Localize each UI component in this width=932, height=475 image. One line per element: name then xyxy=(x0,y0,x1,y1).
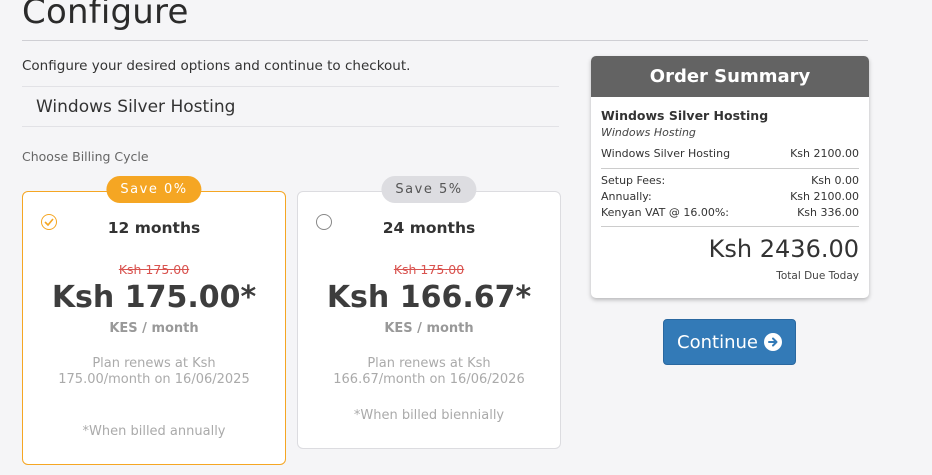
summary-divider xyxy=(601,226,859,227)
arrow-circle-right-icon xyxy=(763,333,782,351)
billing-option-12-months[interactable]: Save 0% 12 months Ksh 175.00 Ksh 175.00*… xyxy=(22,176,286,465)
summary-line-product: Windows Silver Hosting Ksh 2100.00 xyxy=(601,147,859,160)
summary-line-value: Ksh 2100.00 xyxy=(790,147,859,160)
renewal-note: Plan renews at Ksh 175.00/month on 16/06… xyxy=(58,356,250,387)
summary-line-recurring: Annually: Ksh 2100.00 xyxy=(601,190,859,203)
summary-product-name: Windows Silver Hosting xyxy=(601,108,769,123)
order-summary-heading: Order Summary xyxy=(591,56,869,97)
summary-total: Ksh 2436.00 xyxy=(708,235,859,263)
summary-line-value: Ksh 0.00 xyxy=(811,174,859,187)
product-name: Windows Silver Hosting xyxy=(36,96,236,117)
billing-footnote: *When billed annually xyxy=(82,424,226,439)
plan-price: Ksh 175.00* xyxy=(51,280,257,315)
original-price: Ksh 175.00 xyxy=(393,262,465,277)
save-badge: Save 0% xyxy=(106,176,202,203)
summary-line-label: Annually: xyxy=(601,190,652,203)
order-summary: Order Summary Windows Silver Hosting Win… xyxy=(591,56,869,298)
billing-option-24-months[interactable]: Save 5% 24 months Ksh 175.00 Ksh 166.67*… xyxy=(297,176,561,449)
plan-term: 12 months xyxy=(107,219,201,237)
continue-button[interactable]: Continue xyxy=(663,319,796,365)
original-price: Ksh 175.00 xyxy=(118,262,190,277)
summary-product-group: Windows Hosting xyxy=(601,126,696,139)
price-unit: KES / month xyxy=(384,321,474,336)
summary-line-vat: Kenyan VAT @ 16.00%: Ksh 336.00 xyxy=(601,206,859,219)
summary-divider xyxy=(601,168,859,169)
plan-price: Ksh 166.67* xyxy=(326,280,532,315)
summary-line-value: Ksh 2100.00 xyxy=(790,190,859,203)
billing-footnote: *When billed biennially xyxy=(353,408,505,423)
billing-cycle-label: Choose Billing Cycle xyxy=(22,149,149,164)
title-divider xyxy=(22,40,868,41)
page-subtitle: Configure your desired options and conti… xyxy=(22,58,411,74)
renewal-note: Plan renews at Ksh 166.67/month on 16/06… xyxy=(333,356,525,387)
summary-line-setup: Setup Fees: Ksh 0.00 xyxy=(601,174,859,187)
price-unit: KES / month xyxy=(109,321,199,336)
save-badge: Save 5% xyxy=(381,176,477,203)
summary-line-label: Setup Fees: xyxy=(601,174,666,187)
summary-line-value: Ksh 336.00 xyxy=(797,206,859,219)
page-title: Configure xyxy=(22,0,189,32)
continue-label: Continue xyxy=(677,331,758,353)
summary-line-label: Kenyan VAT @ 16.00%: xyxy=(601,206,729,219)
summary-total-label: Total Due Today xyxy=(776,270,859,282)
plan-term: 24 months xyxy=(382,219,476,237)
product-name-box: Windows Silver Hosting xyxy=(22,86,559,127)
summary-line-label: Windows Silver Hosting xyxy=(601,147,731,160)
